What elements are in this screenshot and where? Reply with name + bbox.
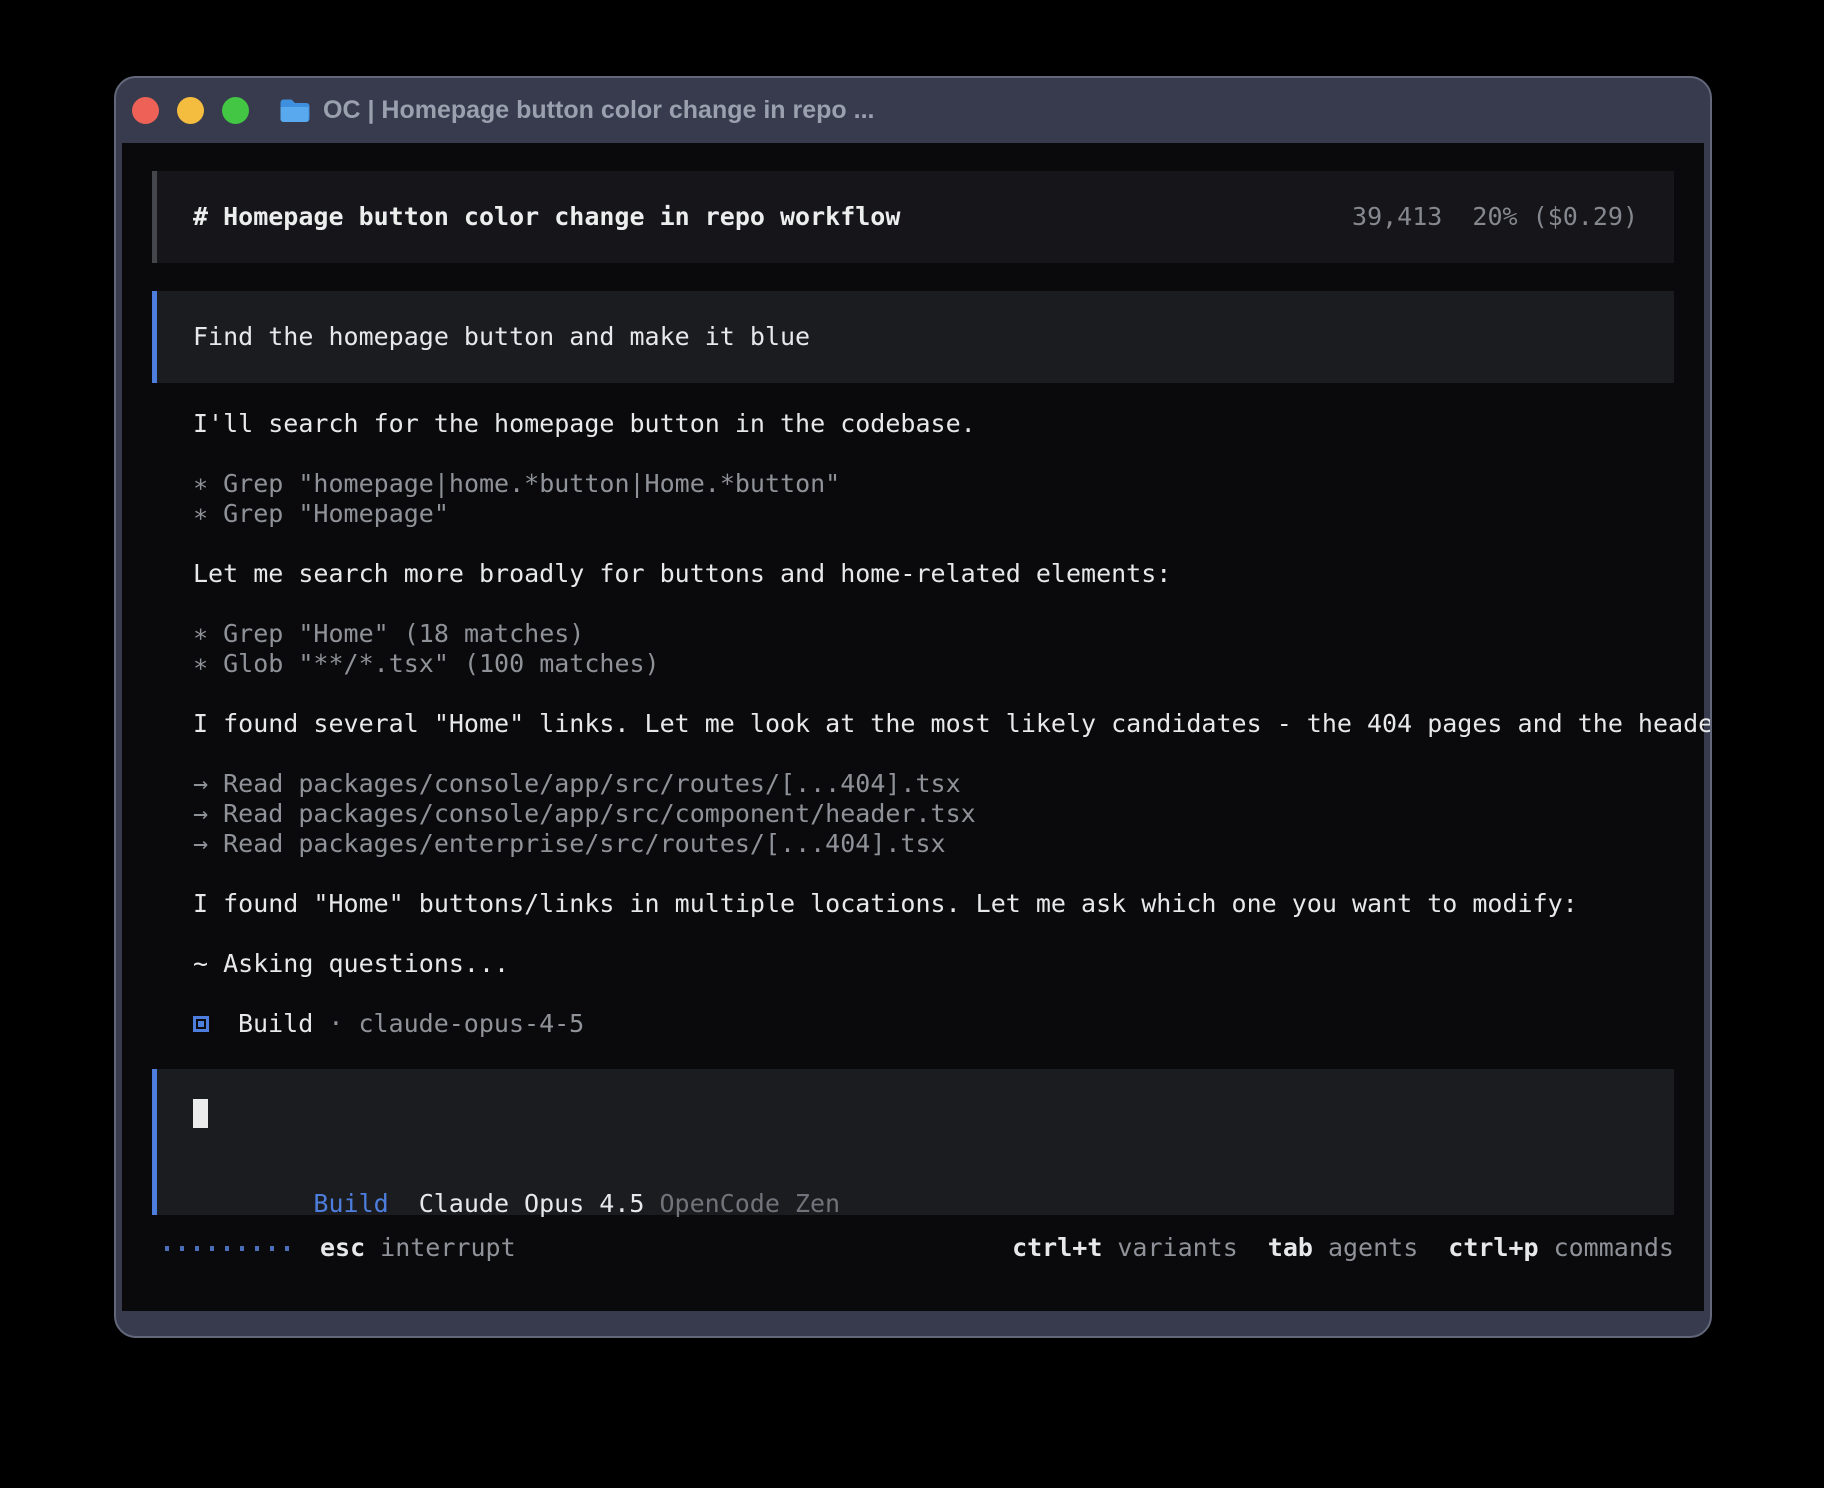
tool-call: ∗ Grep "homepage|home.*button|Home.*butt… [193,469,1674,499]
input-model-name[interactable]: Claude Opus 4.5 [419,1189,645,1218]
tool-call-text: Grep "homepage|home.*button|Home.*button… [223,469,840,498]
input-mode-badge[interactable]: Build [313,1189,388,1218]
spinner-dot [180,1246,184,1251]
spinner-dot [255,1246,259,1251]
tool-bullet-icon: ∗ [193,619,208,648]
assistant-text: Let me search more broadly for buttons a… [193,559,1674,589]
close-window-button[interactable] [132,97,159,124]
status-bar: esc interrupt ctrl+t variants tab agents ct… [152,1233,1674,1263]
working-spinner-dots [165,1246,289,1251]
tool-call-group: → Read packages/console/app/src/routes/[… [193,769,1674,859]
esc-key: esc [320,1233,365,1262]
arrow-right-icon: → [193,829,208,858]
arrow-right-icon: → [193,799,208,828]
window-title: OC | Homepage button color change in rep… [323,96,874,125]
tool-call-group: ∗ Grep "homepage|home.*button|Home.*butt… [193,469,1674,529]
spinner-dot [195,1246,199,1251]
terminal-content: # Homepage button color change in repo w… [122,143,1704,1311]
tool-call-text: Read packages/console/app/src/component/… [223,799,976,828]
tool-call-text: Read packages/console/app/src/routes/[..… [223,769,961,798]
traffic-lights [132,97,249,124]
session-stats: 39,413 20% ($0.29) [1352,202,1638,232]
arrow-right-icon: → [193,769,208,798]
tool-call: ∗ Grep "Homepage" [193,499,1674,529]
hint-label: agents [1328,1233,1418,1262]
model-info-row: BuildClaude Opus 4.5OpenCode Zen [193,1159,1638,1189]
hint-label: variants [1117,1233,1237,1262]
read-tool-call: → Read packages/console/app/src/routes/[… [193,769,1674,799]
user-message: Find the homepage button and make it blu… [152,291,1674,383]
prompt-input[interactable]: Build Claude Opus 4.5 OpenCode Zen [152,1069,1674,1215]
input-spacer [193,1129,1638,1159]
spinner-dot [240,1246,244,1251]
spinner-dot [285,1246,289,1251]
session-header: # Homepage button color change in repo w… [152,171,1674,263]
terminal-window: OC | Homepage button color change in rep… [114,76,1712,1338]
agent-separator-dot: · [328,1009,343,1039]
desktop: { "colors": { "accent_blue": "#4d7ede", … [0,0,1824,1488]
agent-separator [343,1009,358,1039]
agent-separator [313,1009,328,1039]
read-tool-call: → Read packages/enterprise/src/routes/[.… [193,829,1674,859]
input-provider-name: OpenCode Zen [659,1189,840,1218]
tool-call: ∗ Glob "**/*.tsx" (100 matches) [193,649,1674,679]
esc-hint: esc interrupt [320,1233,516,1263]
read-tool-call: → Read packages/console/app/src/componen… [193,799,1674,829]
assistant-text: I found several "Home" links. Let me loo… [193,709,1674,739]
tool-bullet-icon: ∗ [193,499,208,528]
status-left: esc interrupt [152,1233,516,1263]
spinner-dot [270,1246,274,1251]
tool-bullet-icon: ∗ [193,649,208,678]
spinner-dot [210,1246,214,1251]
assistant-paragraph: I'll search for the homepage button in t… [193,409,1674,439]
hint-key: tab [1268,1233,1313,1262]
tool-bullet-icon: ∗ [193,469,208,498]
tool-call-group: ∗ Grep "Home" (18 matches) ∗ Glob "**/*.… [193,619,1674,679]
spinner-dot [165,1246,169,1251]
assistant-paragraph: I found several "Home" links. Let me loo… [193,709,1674,739]
session-title: # Homepage button color change in repo w… [193,202,900,232]
assistant-text: I'll search for the homepage button in t… [193,409,1674,439]
assistant-text: I found "Home" buttons/links in multiple… [193,889,1674,919]
input-line[interactable] [193,1099,1638,1129]
window-bottom-frame [116,1311,1710,1336]
esc-label: interrupt [380,1233,515,1262]
status-right: ctrl+t variants tab agents ctrl+p commands [1012,1233,1674,1263]
agent-name: Build [238,1009,313,1039]
hint-agents: tab agents [1268,1233,1418,1263]
text-cursor [193,1099,208,1128]
tool-call-text: Glob "**/*.tsx" (100 matches) [223,649,660,678]
assistant-paragraph: Let me search more broadly for buttons a… [193,559,1674,589]
hint-key: ctrl+t [1012,1233,1102,1262]
assistant-response: I'll search for the homepage button in t… [152,409,1674,1039]
hint-key: ctrl+p [1448,1233,1538,1262]
minimize-window-button[interactable] [177,97,204,124]
agent-status-row: Build · claude-opus-4-5 [193,1009,1674,1039]
tool-call-text: Grep "Home" (18 matches) [223,619,584,648]
assistant-paragraph: ~ Asking questions... [193,949,1674,979]
window-titlebar[interactable]: OC | Homepage button color change in rep… [116,78,1710,143]
spinner-dot [225,1246,229,1251]
tool-call-text: Grep "Homepage" [223,499,449,528]
zoom-window-button[interactable] [222,97,249,124]
tool-call-text: Read packages/enterprise/src/routes/[...… [223,829,945,858]
agent-model-name: claude-opus-4-5 [358,1009,584,1039]
hint-variants: ctrl+t variants [1012,1233,1238,1263]
tool-call: ∗ Grep "Home" (18 matches) [193,619,1674,649]
assistant-paragraph: I found "Home" buttons/links in multiple… [193,889,1674,919]
hint-commands: ctrl+p commands [1448,1233,1674,1263]
agent-build-icon [193,1016,209,1032]
folder-icon [279,98,310,123]
user-message-text: Find the homepage button and make it blu… [193,322,810,351]
asking-status-text: ~ Asking questions... [193,949,1674,979]
hint-label: commands [1554,1233,1674,1262]
